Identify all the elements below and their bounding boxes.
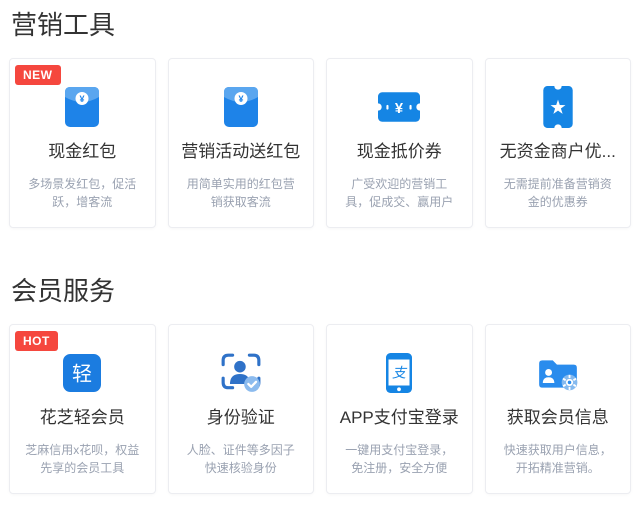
card-cash-coupon[interactable]: ¥ 现金抵价券 广受欢迎的营销工具，促成交、赢用户 [326,58,473,228]
card-alipay-app-login[interactable]: 支 APP支付宝登录 一键用支付宝登录，免注册，安全方便 [326,324,473,494]
merchant-coupon-icon [486,86,631,128]
section-marketing-tools: 营销工具 NEW ¥ 现金红包 多场景发红包，促活跃，增客流 ¥ 营销活动送红包… [9,6,631,228]
card-description: 广受欢迎的营销工具，促成交、赢用户 [345,177,454,209]
qing-member-icon: 轻 [10,353,155,393]
card-title: 现金抵价券 [356,142,442,161]
member-info-icon [486,353,631,393]
marketing-cards-row: NEW ¥ 现金红包 多场景发红包，促活跃，增客流 ¥ 营销活动送红包 用简单实… [9,58,631,228]
hot-badge: HOT [15,331,58,351]
section-member-services: 会员服务 HOT 轻 花芝轻会员 芝麻信用x花呗，权益先享的会员工具 身份验证 … [9,272,631,494]
card-description: 人脸、证件等多因子快速核验身份 [186,443,295,475]
svg-text:支: 支 [392,365,408,381]
section-title-marketing: 营销工具 [11,10,116,40]
card-merchant-coupon[interactable]: 无资金商户优... 无需提前准备营销资金的优惠券 [484,58,631,228]
card-description: 无需提前准备营销资金的优惠券 [503,177,612,209]
card-member-info[interactable]: 获取会员信息 快速获取用户信息，开拓精准营销。 [484,324,631,494]
card-campaign-red-packet[interactable]: ¥ 营销活动送红包 用简单实用的红包营销获取客流 [167,58,314,228]
alipay-phone-icon: 支 [327,353,472,393]
card-description: 快速获取用户信息，开拓精准营销。 [503,443,612,475]
svg-text:¥: ¥ [238,94,243,104]
card-title: 营销活动送红包 [181,142,301,161]
svg-text:¥: ¥ [395,101,404,117]
red-packet-icon: ¥ [10,87,155,127]
card-identity-verify[interactable]: 身份验证 人脸、证件等多因子快速核验身份 [167,324,314,494]
card-title: 身份验证 [206,408,275,427]
card-description: 用简单实用的红包营销获取客流 [186,177,295,209]
identity-verify-icon [169,353,314,393]
card-title: 现金红包 [48,142,117,161]
services-page: 营销工具 NEW ¥ 现金红包 多场景发红包，促活跃，增客流 ¥ 营销活动送红包… [0,0,640,494]
card-description: 多场景发红包，促活跃，增客流 [28,177,137,209]
card-title: 花芝轻会员 [39,408,125,427]
card-title: APP支付宝登录 [339,408,459,427]
svg-text:¥: ¥ [80,94,85,104]
card-cash-red-packet[interactable]: NEW ¥ 现金红包 多场景发红包，促活跃，增客流 [9,58,156,228]
red-packet-icon: ¥ [169,87,314,127]
cash-coupon-icon: ¥ [327,87,472,127]
card-title: 获取会员信息 [506,408,609,427]
card-description: 芝麻信用x花呗，权益先享的会员工具 [25,443,140,475]
card-title: 无资金商户优... [499,142,616,161]
card-qing-member[interactable]: HOT 轻 花芝轻会员 芝麻信用x花呗，权益先享的会员工具 [9,324,156,494]
new-badge: NEW [15,65,61,85]
svg-text:轻: 轻 [72,362,92,385]
card-description: 一键用支付宝登录，免注册，安全方便 [345,443,454,475]
member-cards-row: HOT 轻 花芝轻会员 芝麻信用x花呗，权益先享的会员工具 身份验证 人脸、证件… [9,324,631,494]
section-title-member: 会员服务 [11,276,116,306]
